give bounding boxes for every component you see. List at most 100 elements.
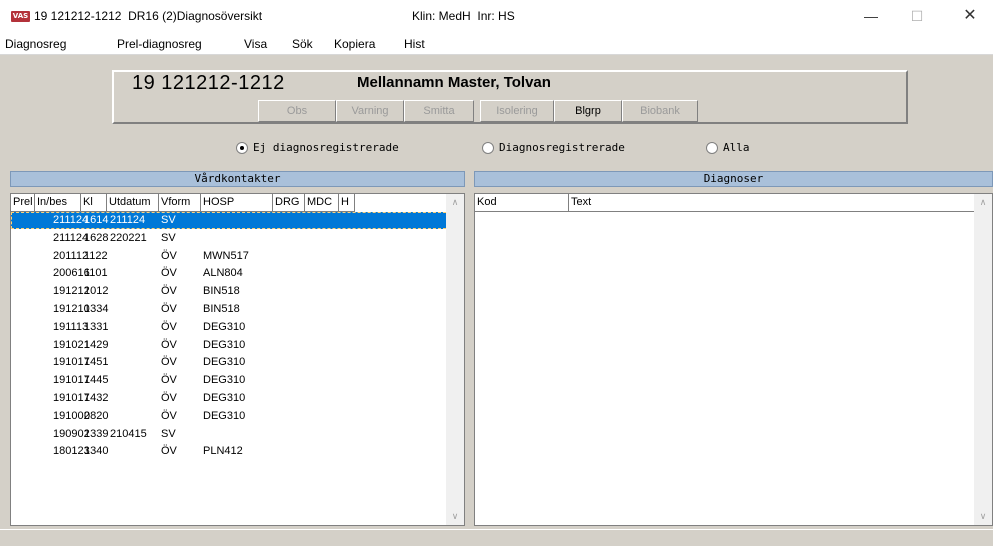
col-h[interactable]: H (339, 194, 355, 212)
cell-kl: 1432 (84, 392, 109, 404)
close-button[interactable]: ✕ (947, 0, 993, 34)
radio-label: Ej diagnosregistrerade (253, 141, 399, 154)
cell-vform: ÖV (161, 392, 177, 404)
cell-hosp: BIN518 (203, 303, 240, 315)
diagnoser-list[interactable]: Kod Text ∧ ∨ (474, 193, 993, 526)
menu-bar: Diagnosreg Prel-diagnosreg Visa Sök Kopi… (0, 34, 993, 55)
scroll-down-icon[interactable]: ∨ (446, 508, 464, 525)
col-drg[interactable]: DRG (273, 194, 305, 212)
title-bar: VAS 19 121212-1212 DR16 (2)Diagnosöversi… (0, 0, 993, 34)
flag-blgrp-button[interactable]: Blgrp (554, 100, 622, 122)
flag-varning-button[interactable]: Varning (336, 100, 404, 122)
cell-hosp: ALN804 (203, 267, 243, 280)
cell-hosp: DEG310 (203, 409, 246, 422)
diagnoser-title: Diagnoser (474, 171, 993, 187)
cell-vform: ÖV (161, 338, 177, 351)
col-text[interactable]: Text (569, 194, 976, 212)
radio-checked-icon (236, 142, 248, 154)
cell-vform: ÖV (161, 320, 177, 333)
cell-hosp: DEG310 (203, 320, 246, 333)
col-prel[interactable]: Prel (11, 194, 35, 212)
col-mdc[interactable]: MDC (305, 194, 339, 212)
radio-label: Diagnosregistrerade (499, 141, 625, 154)
cell-vform: ÖV (161, 374, 177, 387)
cell-hosp: DEG310 (203, 356, 246, 369)
scroll-up-icon[interactable]: ∧ (974, 194, 992, 211)
cell-hosp: BIN518 (203, 285, 240, 298)
cell-kl: 1340 (84, 445, 109, 458)
table-row[interactable]: 191002 0820 ÖV DEG310 (11, 408, 451, 425)
cell-hosp: PLN412 (203, 445, 243, 458)
menu-sok[interactable]: Sök (292, 37, 313, 51)
cell-vform: ÖV (161, 445, 177, 458)
cell-kl: 1429 (84, 338, 109, 351)
cell-inbes: 191113 (53, 320, 89, 333)
cell-hosp: DEG310 (203, 374, 246, 387)
table-row[interactable]: 191113 1331 ÖV DEG310 (11, 319, 451, 336)
patient-personnummer: 19 121212-1212 (132, 72, 285, 94)
app-logo-icon: VAS (11, 11, 30, 22)
cell-kl: 1334 (84, 303, 109, 315)
menu-prel-diagnosreg[interactable]: Prel-diagnosreg (117, 37, 202, 51)
cell-kl: 1614 (84, 214, 109, 226)
table-row[interactable]: 191021 1429 ÖV DEG310 (11, 337, 451, 354)
radio-unchecked-icon (482, 142, 494, 154)
col-utdatum[interactable]: Utdatum (107, 194, 159, 212)
cell-hosp: DEG310 (203, 338, 246, 351)
cell-vform: ÖV (161, 356, 177, 369)
vardkontakter-scrollbar[interactable]: ∧ ∨ (446, 194, 464, 525)
col-kl[interactable]: Kl (81, 194, 107, 212)
cell-kl: 1012 (84, 285, 109, 298)
table-row[interactable]: 191210 1334 ÖV BIN518 (11, 301, 451, 318)
col-vform[interactable]: Vform (159, 194, 201, 212)
cell-kl: 1445 (84, 374, 109, 387)
cell-vform: ÖV (161, 249, 177, 262)
maximize-button[interactable]: ☐ (894, 0, 940, 34)
cell-inbes: 201112 (53, 249, 89, 262)
cell-utdatum: 210415 (110, 427, 147, 440)
table-row[interactable]: 180123 1340 ÖV PLN412 (11, 443, 451, 460)
menu-kopiera[interactable]: Kopiera (334, 37, 375, 51)
flag-biobank-button[interactable]: Biobank (622, 100, 698, 122)
flag-obs-button[interactable]: Obs (258, 100, 336, 122)
menu-visa[interactable]: Visa (244, 37, 267, 51)
cell-vform: ÖV (161, 409, 177, 422)
table-row[interactable]: 211124 1628 220221 SV (11, 230, 451, 247)
table-row[interactable]: 200616 1101 ÖV ALN804 (11, 265, 451, 282)
flag-smitta-button[interactable]: Smitta (404, 100, 474, 122)
col-hosp[interactable]: HOSP (201, 194, 273, 212)
window-title: 19 121212-1212 DR16 (2)Diagnosöversikt (34, 9, 263, 23)
diagnoser-scrollbar[interactable]: ∧ ∨ (974, 194, 992, 525)
table-row[interactable]: 211124 1614 211124 SV (11, 212, 451, 229)
radio-unchecked-icon (706, 142, 718, 154)
table-row[interactable]: 190902 1339 210415 SV (11, 426, 451, 443)
col-kod[interactable]: Kod (475, 194, 569, 212)
scroll-up-icon[interactable]: ∧ (446, 194, 464, 211)
status-bar (0, 529, 993, 546)
cell-vform: ÖV (161, 303, 177, 315)
window-klin-info: Klin: MedH Inr: HS (412, 9, 515, 23)
table-row[interactable]: 191212 1012 ÖV BIN518 (11, 283, 451, 300)
cell-kl: 1331 (84, 320, 109, 333)
minimize-button[interactable]: — (848, 0, 894, 34)
cell-vform: SV (161, 231, 176, 244)
col-inbes[interactable]: In/bes (35, 194, 81, 212)
table-row[interactable]: 191017 1451 ÖV DEG310 (11, 354, 451, 371)
table-row[interactable]: 191017 1445 ÖV DEG310 (11, 372, 451, 389)
cell-inbes: 211124 (53, 231, 89, 244)
cell-utdatum: 220221 (110, 231, 147, 244)
scroll-down-icon[interactable]: ∨ (974, 508, 992, 525)
cell-vform: SV (161, 214, 176, 226)
menu-hist[interactable]: Hist (404, 37, 425, 51)
cell-kl: 1101 (84, 267, 108, 280)
cell-hosp: DEG310 (203, 392, 246, 404)
cell-kl: 0820 (84, 409, 109, 422)
menu-diagnosreg[interactable]: Diagnosreg (5, 37, 66, 51)
flag-isolering-button[interactable]: Isolering (480, 100, 554, 122)
table-row[interactable]: 201112 1122 ÖV MWN517 (11, 248, 451, 265)
cell-inbes: 211124 (53, 214, 89, 226)
table-row[interactable]: 191017 1432 ÖV DEG310 (11, 390, 451, 407)
cell-kl: 1122 (84, 249, 108, 262)
vardkontakter-list[interactable]: Prel In/bes Kl Utdatum Vform HOSP DRG MD… (10, 193, 465, 526)
cell-vform: ÖV (161, 267, 177, 280)
